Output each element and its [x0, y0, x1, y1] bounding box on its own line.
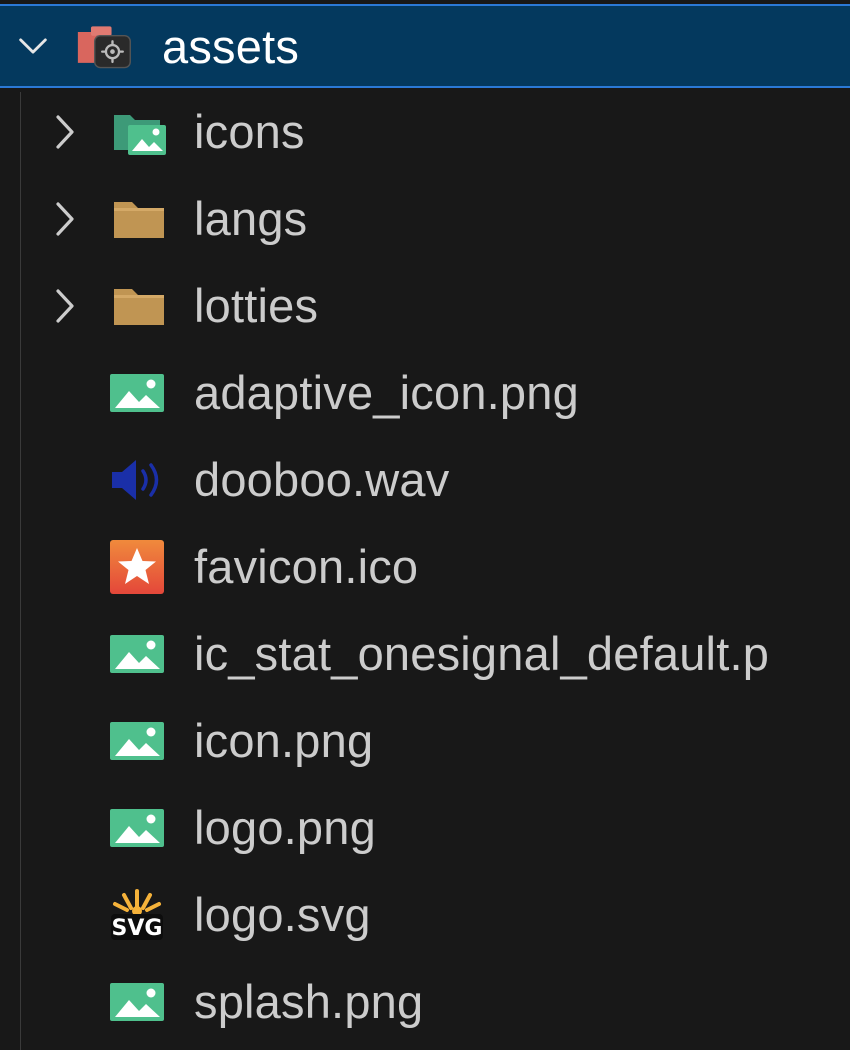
chevron-right-icon[interactable] [50, 199, 80, 239]
tree-item-label: icons [194, 105, 305, 158]
image-file-icon [108, 979, 166, 1025]
svg-file-icon: SVG [108, 888, 166, 941]
tree-item-label: logo.svg [194, 888, 371, 941]
tree-item-label: ic_stat_onesignal_default.p [194, 627, 770, 680]
folder-icon [110, 196, 168, 242]
tree-item-assets[interactable]: assets [0, 4, 850, 88]
chevron-right-icon[interactable] [50, 286, 80, 326]
tree-item-label: splash.png [194, 975, 424, 1028]
tree-item-label: logo.png [194, 801, 376, 854]
image-file-icon [108, 370, 166, 416]
folder-icon [110, 283, 168, 329]
image-file-icon [108, 631, 166, 677]
tree-item-langs-folder[interactable]: langs [0, 175, 850, 262]
chevron-right-icon[interactable] [50, 112, 80, 152]
svg-text:SVG: SVG [112, 916, 163, 941]
tree-item-file[interactable]: splash.png [0, 958, 850, 1045]
image-file-icon [108, 718, 166, 764]
tree-item-label: adaptive_icon.png [194, 366, 579, 419]
audio-file-icon [108, 457, 166, 503]
tree-item-file[interactable]: favicon.ico [0, 523, 850, 610]
folder-config-icon [76, 23, 134, 69]
tree-item-file[interactable]: dooboo.wav [0, 436, 850, 523]
tree-item-label: assets [162, 19, 300, 73]
tree-item-lotties-folder[interactable]: lotties [0, 262, 850, 349]
file-explorer-tree: assets icons langs lotties adaptive_icon… [0, 4, 850, 1050]
chevron-down-icon[interactable] [18, 26, 48, 66]
tree-item-file[interactable]: SVG logo.svg [0, 871, 850, 958]
tree-item-file[interactable]: logo.png [0, 784, 850, 871]
tree-item-label: lotties [194, 279, 319, 332]
tree-item-file[interactable]: adaptive_icon.png [0, 349, 850, 436]
folder-images-icon [110, 109, 168, 155]
image-file-icon [108, 805, 166, 851]
tree-item-icons-folder[interactable]: icons [0, 88, 850, 175]
tree-item-file[interactable]: icon.png [0, 697, 850, 784]
tree-item-label: icon.png [194, 714, 374, 767]
favicon-file-icon [108, 539, 166, 594]
tree-item-label: dooboo.wav [194, 453, 450, 506]
tree-item-label: favicon.ico [194, 540, 419, 593]
tree-item-file[interactable]: ic_stat_onesignal_default.p [0, 610, 850, 697]
tree-item-label: langs [194, 192, 308, 245]
